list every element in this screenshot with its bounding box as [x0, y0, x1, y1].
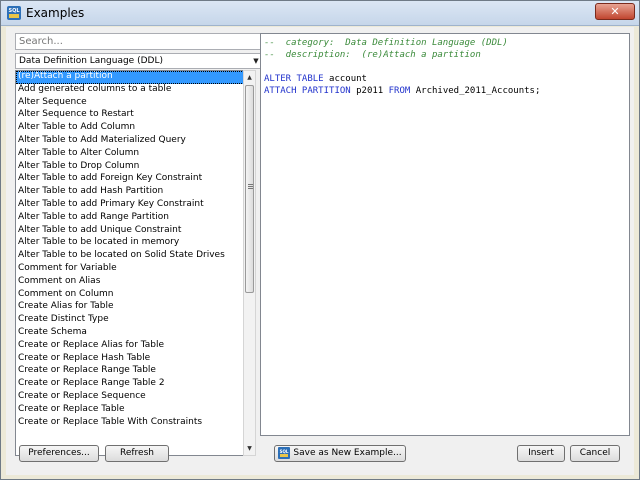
preferences-label: Preferences...: [28, 448, 90, 458]
example-list[interactable]: (re)Attach a partition Add generated colu…: [15, 70, 255, 456]
list-item[interactable]: Add generated columns to a table: [16, 84, 254, 97]
svg-text:SQL: SQL: [8, 8, 20, 14]
list-item[interactable]: Alter Table to Add Column: [16, 122, 254, 135]
list-item[interactable]: Alter Table to Drop Column: [16, 161, 254, 174]
keyword: FROM: [388, 86, 411, 96]
cancel-button[interactable]: Cancel: [570, 445, 620, 462]
list-item[interactable]: Create or Replace Sequence: [16, 391, 254, 404]
list-item[interactable]: Alter Table to be located in memory: [16, 237, 254, 250]
save-as-new-example-button[interactable]: SQL Save as New Example...: [274, 445, 406, 462]
search-input[interactable]: [15, 33, 265, 50]
list-item[interactable]: Comment on Column: [16, 289, 254, 302]
identifier: p2011: [350, 86, 389, 96]
category-value: Data Definition Language (DDL): [19, 56, 163, 66]
code-line-attach: ATTACH PARTITION p2011 FROM Archived_201…: [264, 85, 626, 97]
code-line-alter: ALTER TABLE account: [264, 73, 626, 85]
list-item[interactable]: Create or Replace Table With Constraints: [16, 417, 254, 430]
preferences-button[interactable]: Preferences...: [19, 445, 99, 462]
window-title: Examples: [26, 6, 85, 20]
refresh-label: Refresh: [120, 448, 154, 458]
list-item[interactable]: Alter Sequence: [16, 97, 254, 110]
list-item[interactable]: Alter Table to be located on Solid State…: [16, 250, 254, 263]
scroll-down-icon[interactable]: ▼: [244, 442, 255, 455]
title-bar: SQL Examples ✕: [1, 1, 639, 26]
comment-line-category: -- category: Data Definition Language (D…: [264, 38, 508, 48]
dialog-client: Data Definition Language (DDL) ▼ (re)Att…: [6, 27, 634, 475]
list-item[interactable]: Alter Table to add Unique Constraint: [16, 225, 254, 238]
list-item[interactable]: Alter Table to add Hash Partition: [16, 186, 254, 199]
list-item[interactable]: Create Distinct Type: [16, 314, 254, 327]
list-item[interactable]: Alter Table to add Primary Key Constrain…: [16, 199, 254, 212]
list-item[interactable]: Alter Table to Alter Column: [16, 148, 254, 161]
list-item[interactable]: Alter Table to Add Materialized Query: [16, 135, 254, 148]
grip-icon: [248, 184, 253, 185]
cancel-label: Cancel: [579, 448, 611, 458]
list-item[interactable]: Comment on Alias: [16, 276, 254, 289]
sql-app-icon: SQL: [7, 6, 21, 20]
scroll-up-icon[interactable]: ▲: [244, 71, 255, 84]
list-scrollbar[interactable]: ▲ ▼: [243, 70, 256, 456]
list-item[interactable]: Create Schema: [16, 327, 254, 340]
identifier: Archived_2011_Accounts;: [410, 86, 541, 96]
sql-save-icon: SQL: [278, 446, 291, 459]
svg-text:SQL: SQL: [280, 449, 289, 454]
comment-line-description: -- description: (re)Attach a partition: [264, 50, 481, 60]
list-item[interactable]: (re)Attach a partition: [16, 71, 254, 84]
close-button[interactable]: ✕: [595, 3, 635, 20]
list-item[interactable]: Alter Sequence to Restart: [16, 109, 254, 122]
list-item[interactable]: Comment for Variable: [16, 263, 254, 276]
list-item[interactable]: Create or Replace Table: [16, 404, 254, 417]
list-item[interactable]: Create or Replace Range Table 2: [16, 378, 254, 391]
insert-label: Insert: [528, 448, 554, 458]
list-item[interactable]: Alter Table to add Foreign Key Constrain…: [16, 173, 254, 186]
list-item[interactable]: Create or Replace Alias for Table: [16, 340, 254, 353]
category-dropdown[interactable]: Data Definition Language (DDL) ▼: [15, 53, 264, 69]
code-editor[interactable]: -- category: Data Definition Language (D…: [260, 33, 630, 436]
list-item[interactable]: Create or Replace Range Table: [16, 365, 254, 378]
scroll-thumb[interactable]: [245, 85, 254, 293]
keyword: ATTACH PARTITION: [264, 86, 351, 96]
keyword: ALTER TABLE: [264, 74, 324, 84]
refresh-button[interactable]: Refresh: [105, 445, 169, 462]
list-item[interactable]: Create Alias for Table: [16, 301, 254, 314]
insert-button[interactable]: Insert: [517, 445, 565, 462]
identifier: account: [323, 74, 367, 84]
list-item[interactable]: Create or Replace Hash Table: [16, 353, 254, 366]
save-as-new-label: Save as New Example...: [293, 448, 402, 458]
examples-window: SQL Examples ✕ Data Definition Language …: [0, 0, 640, 480]
list-item[interactable]: Alter Table to add Range Partition: [16, 212, 254, 225]
close-icon: ✕: [610, 5, 620, 18]
